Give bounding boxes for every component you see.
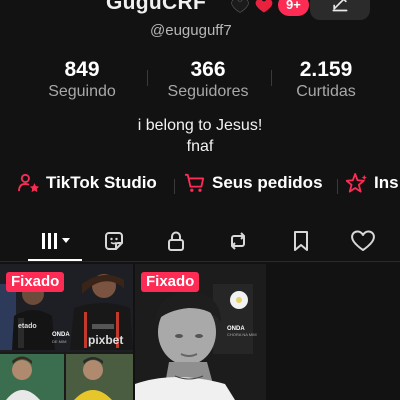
- pinned-badge: Fixado: [141, 272, 200, 292]
- display-name: GuguCRF: [106, 0, 207, 14]
- black-heart-icon: [231, 0, 249, 13]
- tab-stickers[interactable]: [97, 224, 131, 258]
- stat-value: 366: [190, 58, 226, 81]
- svg-text:CHORA NA MIM: CHORA NA MIM: [227, 332, 257, 337]
- tab-liked[interactable]: [346, 224, 380, 258]
- active-tab-indicator: [28, 259, 82, 261]
- notification-badge[interactable]: 9+: [278, 0, 309, 16]
- profile-header: GuguCRF 9+ @euguguff7: [0, 0, 400, 52]
- username: @euguguff7: [150, 22, 232, 39]
- link-label: TikTok Studio: [46, 173, 157, 192]
- repost-icon: [231, 232, 245, 250]
- edit-icon: [332, 0, 348, 12]
- bio-line: i belong to Jesus!: [137, 117, 263, 134]
- heart-outline-icon: [351, 230, 375, 251]
- video-tile-pinned-2[interactable]: ONDA CHORA NA MIM Fixado: [135, 264, 266, 400]
- stat-value: 2.159: [299, 58, 353, 81]
- sticker-icon: [105, 232, 123, 250]
- divider: [337, 179, 338, 194]
- stat-label: Seguindo: [48, 83, 116, 100]
- divider: [147, 70, 148, 86]
- cart-icon: [185, 173, 205, 192]
- divider: [174, 179, 175, 194]
- video-grid: etado pixbet ONDA DE MIM Fixado ONDA CHO…: [0, 264, 400, 400]
- red-heart-icon: [255, 0, 273, 13]
- bookmark-icon: [294, 231, 308, 251]
- stat-followers[interactable]: 366 Seguidores: [153, 58, 263, 102]
- video-tile-pinned-1[interactable]: etado pixbet ONDA DE MIM Fixado: [0, 264, 133, 400]
- person-star-icon: [18, 173, 39, 193]
- stat-following[interactable]: 849 Seguindo: [27, 58, 137, 102]
- profile-links: TikTok Studio Seus pedidos Ins: [0, 173, 400, 199]
- link-label: Seus pedidos: [212, 173, 323, 192]
- stat-label: Curtidas: [296, 83, 356, 100]
- tiktok-studio-link[interactable]: TikTok Studio: [18, 173, 157, 193]
- inspiration-link[interactable]: Ins: [346, 173, 399, 193]
- profile-stats: 849 Seguindo 366 Seguidores 2.159 Curtid…: [0, 58, 400, 102]
- tab-favorites[interactable]: [284, 224, 318, 258]
- link-label: Ins: [374, 173, 399, 192]
- stat-value: 849: [64, 58, 100, 81]
- profile-tabs: [0, 222, 400, 262]
- tab-private[interactable]: [159, 224, 193, 258]
- pinned-badge: Fixado: [6, 272, 65, 292]
- svg-text:ONDA: ONDA: [52, 332, 70, 338]
- tab-videos[interactable]: [30, 224, 80, 258]
- orders-link[interactable]: Seus pedidos: [184, 173, 323, 193]
- lock-icon: [168, 231, 184, 251]
- stat-likes[interactable]: 2.159 Curtidas: [271, 58, 381, 102]
- bio-line: fnaf: [186, 138, 214, 155]
- tab-reposts[interactable]: [221, 224, 255, 258]
- stat-label: Seguidores: [167, 83, 249, 100]
- sparkle-icon: [346, 173, 367, 193]
- svg-text:etado: etado: [18, 323, 37, 330]
- grid-icon: [42, 233, 70, 249]
- svg-text:pixbet: pixbet: [88, 333, 123, 347]
- bio: i belong to Jesus! fnaf: [0, 115, 400, 157]
- svg-text:DE MIM: DE MIM: [52, 339, 66, 344]
- edit-profile-button[interactable]: [310, 0, 370, 20]
- title-badges: 9+: [230, 0, 309, 18]
